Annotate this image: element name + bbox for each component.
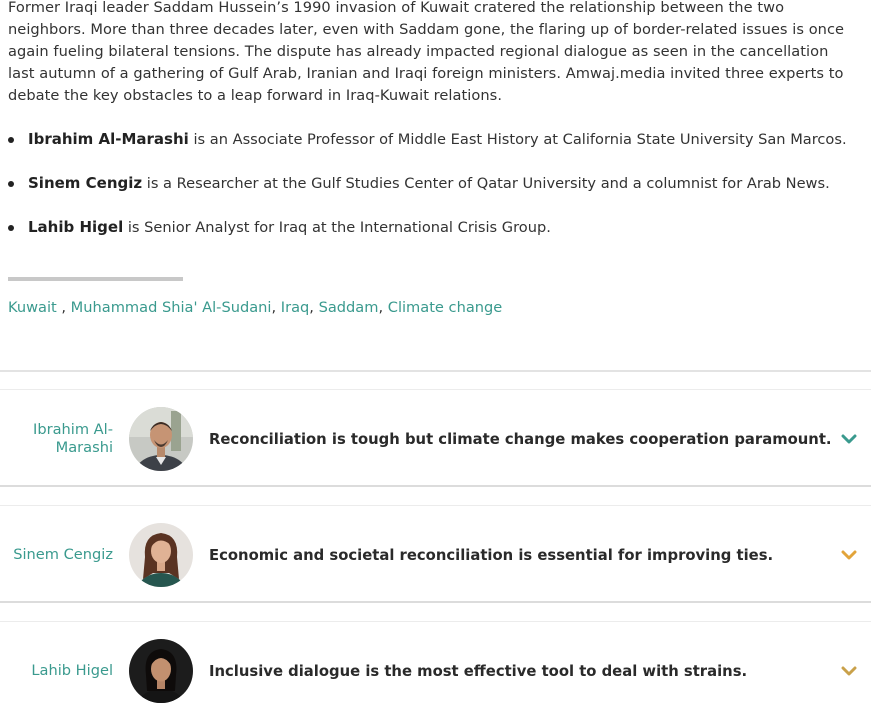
tag-iraq[interactable]: Iraq (281, 299, 310, 316)
chevron-down-icon[interactable] (841, 431, 857, 447)
expert-card-higel[interactable]: Lahib Higel Inclusive dialogue is the mo… (0, 621, 871, 717)
card-quote[interactable]: Economic and societal reconciliation is … (209, 506, 773, 604)
chevron-down-icon[interactable] (841, 663, 857, 679)
tag-separator: , (56, 299, 71, 316)
expert-item: Ibrahim Al-Marashi is an Associate Profe… (8, 128, 847, 150)
bullet-icon (8, 181, 14, 187)
card-quote[interactable]: Reconciliation is tough but climate chan… (209, 390, 832, 488)
tag-al-sudani[interactable]: Muhammad Shia' Al-Sudani (71, 299, 272, 316)
expert-name: Lahib Higel (28, 218, 124, 236)
card-expert-name-text[interactable]: Sinem Cengiz (13, 546, 113, 564)
expert-item: Lahib Higel is Senior Analyst for Iraq a… (8, 216, 847, 238)
expert-description: is a Researcher at the Gulf Studies Cent… (142, 175, 830, 192)
intro-paragraph: Former Iraqi leader Saddam Hussein’s 199… (8, 0, 845, 104)
tag-separator: , (378, 299, 388, 316)
card-quote[interactable]: Inclusive dialogue is the most effective… (209, 622, 747, 717)
card-expert-name[interactable]: Sinem Cengiz (3, 506, 113, 604)
avatar (129, 407, 193, 471)
bullet-icon (8, 137, 14, 143)
expert-card-cengiz[interactable]: Sinem Cengiz Economic and societal recon… (0, 505, 871, 603)
card-expert-name[interactable]: Ibrahim Al- Marashi (3, 390, 113, 488)
card-expert-name-text[interactable]: Lahib Higel (31, 662, 113, 680)
card-expert-name[interactable]: Lahib Higel (3, 622, 113, 717)
avatar (129, 639, 193, 703)
expert-name: Sinem Cengiz (28, 174, 143, 192)
tag-list: Kuwait , Muhammad Shia' Al-Sudani, Iraq,… (8, 297, 502, 319)
section-divider (8, 277, 183, 281)
avatar (129, 523, 193, 587)
card-expert-name-text[interactable]: Ibrahim Al- Marashi (33, 421, 113, 457)
expert-item: Sinem Cengiz is a Researcher at the Gulf… (8, 172, 847, 194)
page-divider (0, 370, 871, 372)
expert-description: is an Associate Professor of Middle East… (188, 131, 847, 148)
tag-climate-change[interactable]: Climate change (388, 299, 503, 316)
expert-description: is Senior Analyst for Iraq at the Intern… (123, 219, 551, 236)
bullet-icon (8, 225, 14, 231)
tag-separator: , (271, 299, 281, 316)
tag-saddam[interactable]: Saddam (319, 299, 379, 316)
expert-card-al-marashi[interactable]: Ibrahim Al- Marashi Reconciliation is tou… (0, 389, 871, 487)
experts-list: Ibrahim Al-Marashi is an Associate Profe… (8, 128, 847, 260)
expert-name: Ibrahim Al-Marashi (28, 130, 189, 148)
tag-separator: , (309, 299, 319, 316)
chevron-down-icon[interactable] (841, 547, 857, 563)
tag-kuwait[interactable]: Kuwait (8, 299, 57, 316)
